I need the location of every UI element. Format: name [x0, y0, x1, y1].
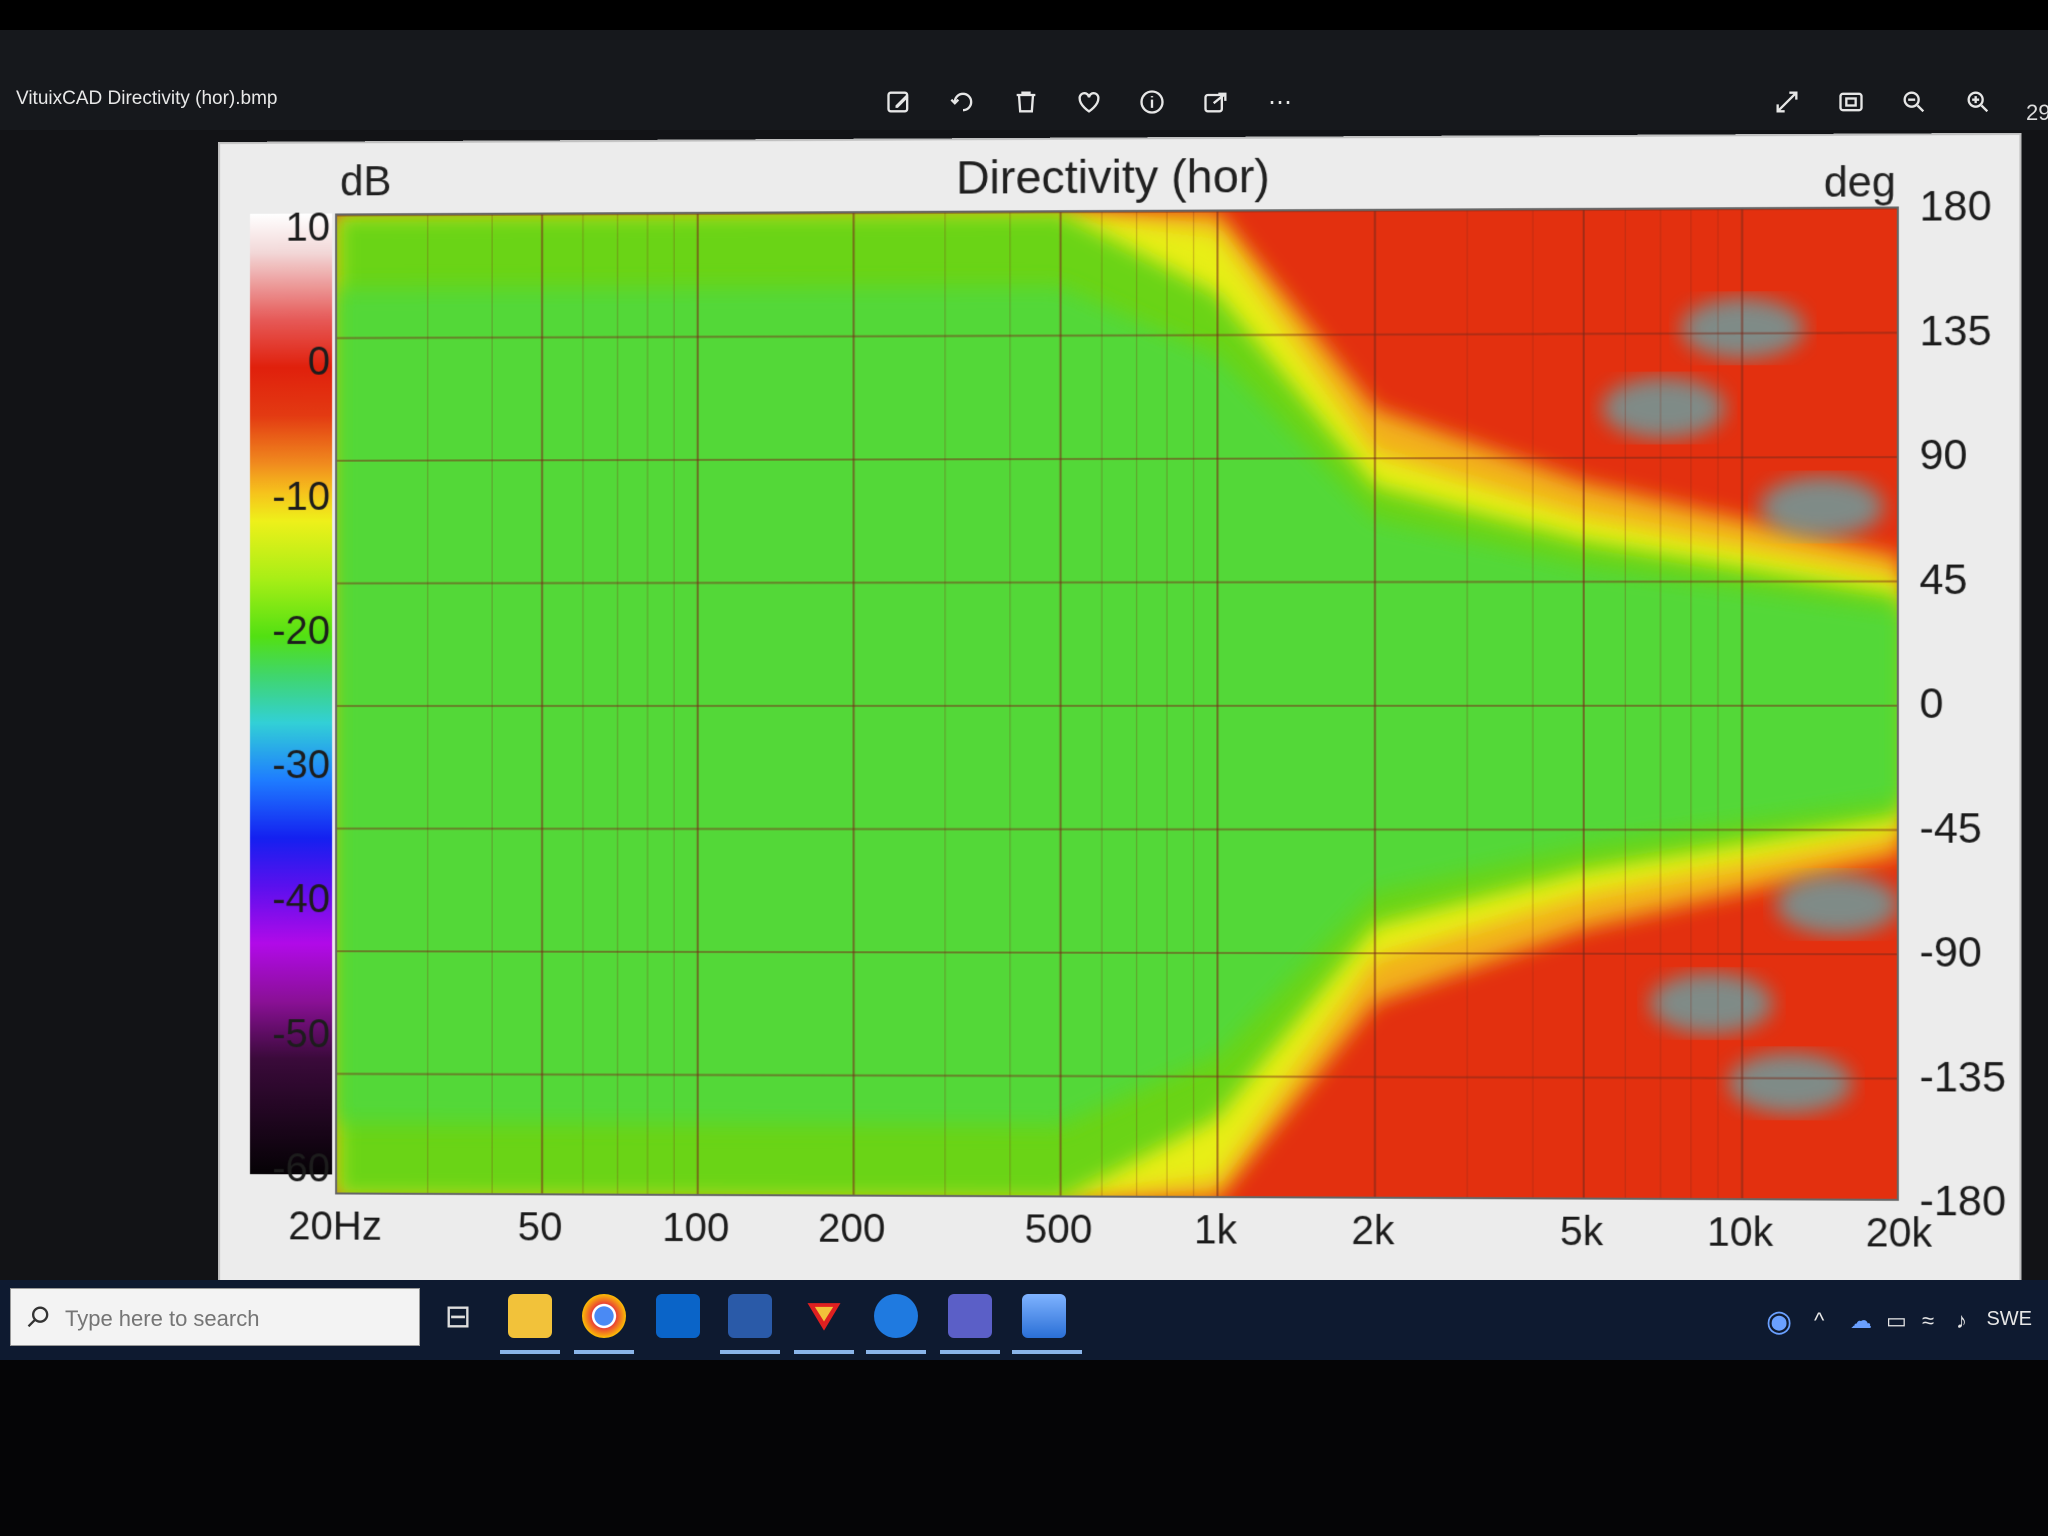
wifi-icon[interactable]: ≈	[1922, 1308, 1934, 1334]
zoom-out-icon[interactable]	[1899, 88, 1929, 118]
outlook-icon[interactable]	[656, 1294, 700, 1338]
heatmap-speckle	[1650, 973, 1773, 1034]
search-input[interactable]	[63, 1301, 407, 1337]
help-icon[interactable]: ◉	[1766, 1304, 1792, 1339]
x-tick-label: 5k	[1560, 1210, 1603, 1256]
colorbar-tick-label: -60	[240, 1146, 330, 1191]
y-tick-label: 180	[1919, 182, 1991, 231]
favorite-icon[interactable]	[1074, 88, 1104, 118]
heatmap-speckle	[1728, 1053, 1851, 1114]
taskbar-search[interactable]	[10, 1288, 420, 1346]
photos-icon[interactable]	[1022, 1294, 1066, 1338]
battery-icon[interactable]: ▭	[1886, 1308, 1907, 1334]
rotate-icon[interactable]	[948, 88, 978, 118]
x-tick-label: 50	[518, 1205, 563, 1250]
x-tick-label: 10k	[1707, 1210, 1773, 1256]
fit-window-icon[interactable]	[1836, 88, 1866, 118]
windows-taskbar: ⊟ ◉ ^ ☁ ▭ ≈ ♪ SWE	[0, 1280, 2048, 1360]
more-icon[interactable]: ⋯	[1265, 88, 1295, 118]
chevron-up-icon[interactable]: ^	[1814, 1308, 1824, 1334]
colorbar-tick-label: -10	[240, 474, 330, 519]
fullscreen-icon[interactable]	[1772, 88, 1802, 118]
heatmap-plot	[335, 206, 1899, 1200]
chrome-icon[interactable]	[582, 1294, 626, 1338]
task-view-icon[interactable]: ⊟	[436, 1294, 480, 1338]
vituixcad-icon[interactable]	[802, 1294, 846, 1338]
x-tick-label: 200	[818, 1206, 885, 1252]
y-tick-label: -90	[1919, 928, 1982, 977]
y-tick-label: -180	[1919, 1177, 2006, 1226]
colorbar-tick-label: 0	[240, 340, 330, 385]
search-icon	[25, 1303, 53, 1331]
heatmap-speckle	[1776, 874, 1899, 935]
onedrive-icon[interactable]: ☁	[1850, 1308, 1872, 1334]
viewer-titlebar: VituixCAD Directivity (hor).bmp ⋯ 29	[0, 0, 2048, 130]
teams-icon[interactable]	[948, 1294, 992, 1338]
colorbar-tick-label: -30	[240, 743, 330, 788]
colorbar-tick-label: -40	[240, 877, 330, 922]
file-title: VituixCAD Directivity (hor).bmp	[16, 88, 277, 110]
delete-icon[interactable]	[1011, 88, 1041, 118]
y-tick-label: 45	[1919, 555, 1967, 604]
x-tick-label: 1k	[1194, 1208, 1237, 1254]
y-grid-line	[337, 829, 1899, 830]
edit-icon[interactable]	[884, 88, 914, 118]
y-axis-unit: deg	[1824, 158, 1896, 207]
monitor-bezel	[0, 1360, 2048, 1536]
heatmap-speckle	[1602, 377, 1725, 438]
y-tick-label: 135	[1919, 306, 1991, 355]
x-tick-label: 500	[1025, 1207, 1093, 1253]
y-tick-label: -135	[1919, 1052, 2006, 1101]
x-tick-label: 100	[662, 1206, 729, 1251]
x-tick-label: 20Hz	[288, 1204, 382, 1249]
y-tick-label: 90	[1919, 431, 1967, 480]
heatmap-speckle	[1760, 476, 1883, 537]
file-explorer-icon[interactable]	[508, 1294, 552, 1338]
zoom-in-icon[interactable]	[1963, 88, 1993, 118]
x-tick-label: 2k	[1351, 1209, 1394, 1255]
y-tick-label: 0	[1919, 679, 1943, 728]
y-tick-label: -45	[1919, 804, 1982, 853]
colorbar-tick-label: 10	[240, 205, 330, 250]
heatmap-svg	[337, 208, 1899, 1200]
zoom-level: 29	[2026, 100, 2048, 126]
edge-icon[interactable]	[874, 1294, 918, 1338]
directivity-chart: dB Directivity (hor) deg 10 0 -10 -20 -30 -40…	[218, 133, 2021, 1321]
colorbar-tick-label: -50	[240, 1012, 330, 1057]
rew-icon[interactable]	[728, 1294, 772, 1338]
colorbar-tick-label: -20	[240, 609, 330, 654]
volume-icon[interactable]: ♪	[1956, 1308, 1967, 1334]
info-icon[interactable]	[1137, 88, 1167, 118]
tray-language[interactable]: SWE	[1986, 1308, 2032, 1331]
share-icon[interactable]	[1201, 88, 1231, 118]
chart-title: Directivity (hor)	[220, 145, 2019, 208]
